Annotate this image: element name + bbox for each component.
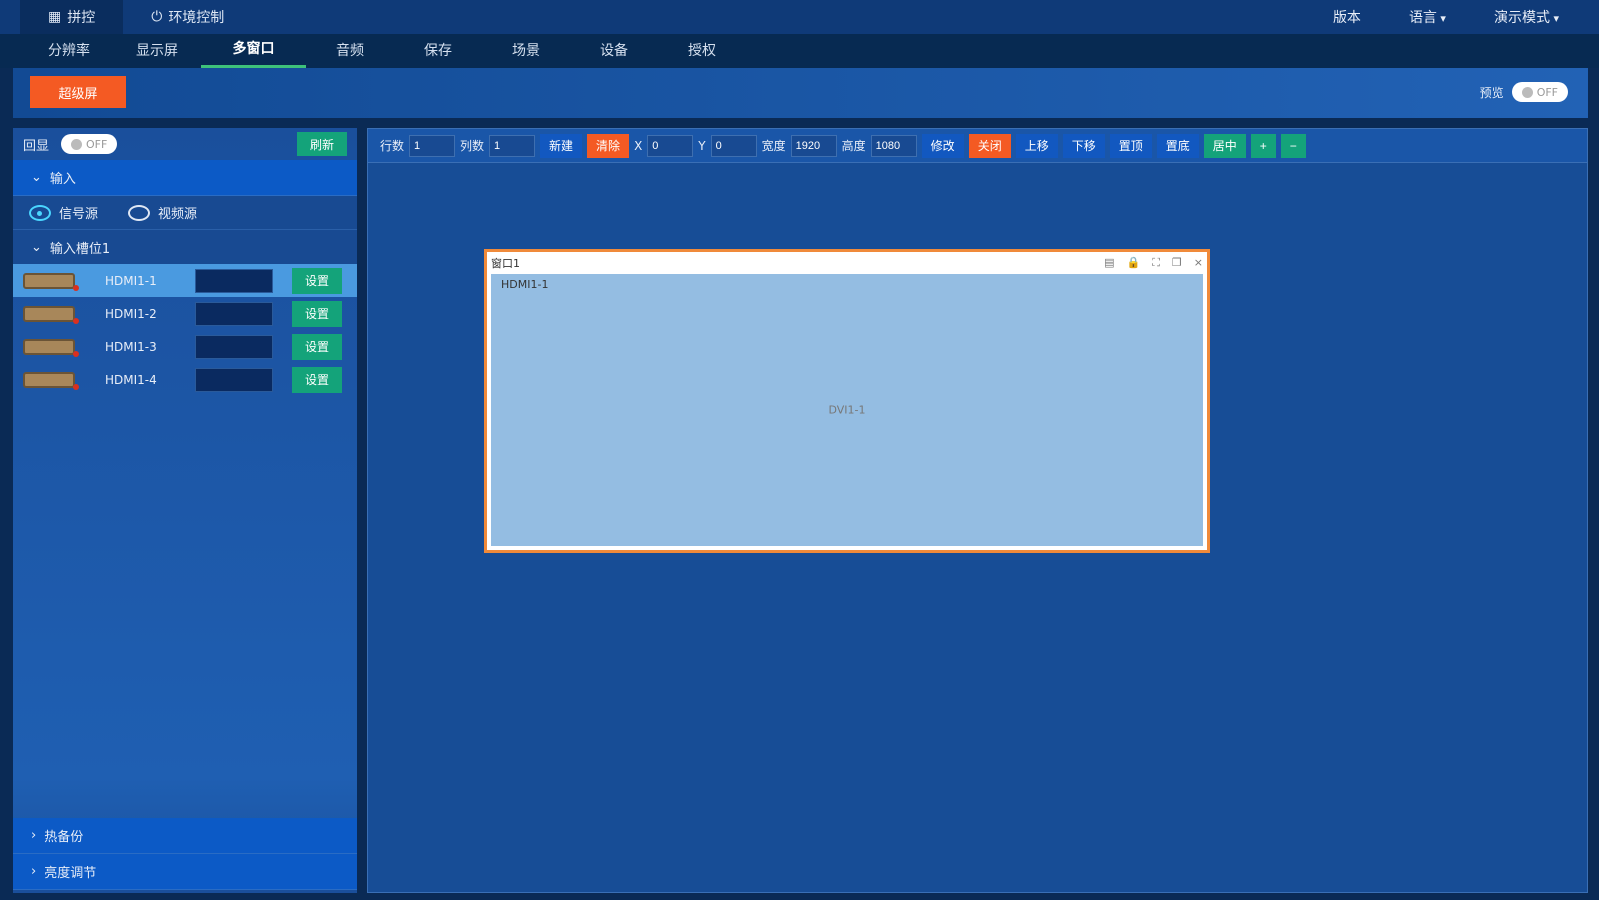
x-input[interactable]	[647, 134, 694, 157]
hdmi-port-icon	[23, 305, 79, 324]
restore-icon[interactable]: ❐	[1172, 256, 1182, 270]
nav-resolution[interactable]: 分辨率	[25, 34, 113, 68]
action-bar: 超级屏 预览 OFF	[13, 68, 1588, 118]
preview-toggle[interactable]: OFF	[1511, 82, 1568, 102]
hdmi-port-icon	[23, 371, 79, 390]
chevron-down-icon: ⌄	[31, 170, 42, 185]
rows-input[interactable]	[409, 134, 456, 157]
settings-button[interactable]: 设置	[292, 333, 342, 360]
input-alias-field[interactable]	[195, 367, 273, 392]
tab-splice-control[interactable]: ▦ 拼控	[20, 0, 124, 34]
grid-icon: ▦	[48, 9, 62, 25]
input-panel: 回显 OFF 刷新 ⌄ 输入 信号源 视频源 ⌄ 输入槽位1 HDMI1-1 设置 H…	[13, 128, 357, 893]
nav-scene[interactable]: 场景	[482, 34, 570, 68]
nav-audio[interactable]: 音频	[306, 34, 394, 68]
chevron-right-icon: ›	[31, 828, 37, 843]
hot-backup-section[interactable]: › 热备份	[13, 818, 357, 854]
super-screen-button[interactable]: 超级屏	[30, 76, 126, 108]
top-bar: ▦拼控 ⏻环境控制 版本 语言 演示模式	[0, 0, 1599, 34]
nav-save[interactable]: 保存	[394, 34, 482, 68]
language-dropdown[interactable]: 语言	[1409, 7, 1446, 27]
tab-environment-control[interactable]: ⏻ 环境控制	[123, 0, 252, 34]
radio-video-source[interactable]: 视频源	[128, 203, 197, 222]
input-row[interactable]: HDMI1-1 设置	[13, 264, 357, 297]
zoom-out-button[interactable]: −	[1280, 133, 1306, 158]
settings-button[interactable]: 设置	[292, 300, 342, 327]
input-section-header[interactable]: ⌄ 输入	[13, 160, 357, 196]
power-icon: ⏻	[151, 9, 163, 25]
input-alias-field[interactable]	[195, 334, 273, 359]
echo-toggle[interactable]: OFF	[61, 134, 118, 154]
height-input[interactable]	[870, 134, 917, 157]
zoom-in-button[interactable]: +	[1250, 133, 1276, 158]
echo-label: 回显	[23, 138, 50, 154]
main-nav: 分辨率 显示屏 多窗口 音频 保存 场景 设备 授权	[0, 34, 1599, 68]
window-title: 窗口1	[491, 257, 520, 270]
bring-top-button[interactable]: 置顶	[1109, 133, 1152, 158]
clear-button[interactable]: 清除	[587, 133, 630, 158]
nav-display[interactable]: 显示屏	[113, 34, 201, 68]
new-button[interactable]: 新建	[540, 133, 583, 158]
brightness-section[interactable]: › 亮度调节	[13, 854, 357, 890]
modify-button[interactable]: 修改	[921, 133, 964, 158]
input-row[interactable]: HDMI1-4 设置	[13, 363, 357, 396]
input-alias-field[interactable]	[195, 268, 273, 293]
cols-input[interactable]	[489, 134, 536, 157]
nav-multiwindow[interactable]: 多窗口	[201, 34, 306, 68]
lock-icon[interactable]: 🔒	[1127, 256, 1141, 270]
radio-signal-source[interactable]: 信号源	[29, 203, 98, 222]
refresh-button[interactable]: 刷新	[297, 132, 347, 156]
preview-label: 预览	[1479, 85, 1504, 100]
center-button[interactable]: 居中	[1203, 133, 1246, 158]
close-window-button[interactable]: 关闭	[968, 133, 1011, 158]
version-link[interactable]: 版本	[1333, 7, 1361, 27]
window-toolbar: 行数 列数 新建 清除 X Y 宽度 高度 修改 关闭 上移 下移 置顶 置底 …	[368, 129, 1587, 163]
input-alias-field[interactable]	[195, 301, 273, 326]
demo-mode-dropdown[interactable]: 演示模式	[1494, 7, 1559, 27]
y-input[interactable]	[710, 134, 757, 157]
output-label: DVI1-1	[828, 403, 866, 417]
properties-icon[interactable]: ▤	[1104, 256, 1114, 270]
window-source: HDMI1-1	[501, 278, 549, 291]
window-canvas: 行数 列数 新建 清除 X Y 宽度 高度 修改 关闭 上移 下移 置顶 置底 …	[367, 128, 1588, 893]
input-row[interactable]: HDMI1-2 设置	[13, 297, 357, 330]
width-input[interactable]	[790, 134, 837, 157]
send-bottom-button[interactable]: 置底	[1156, 133, 1199, 158]
input-row[interactable]: HDMI1-3 设置	[13, 330, 357, 363]
slot-header[interactable]: ⌄ 输入槽位1	[13, 230, 357, 264]
chevron-right-icon: ›	[31, 864, 37, 879]
settings-button[interactable]: 设置	[292, 267, 342, 294]
settings-button[interactable]: 设置	[292, 366, 342, 393]
hdmi-port-icon	[23, 272, 79, 291]
move-down-button[interactable]: 下移	[1062, 133, 1105, 158]
nav-license[interactable]: 授权	[658, 34, 746, 68]
move-up-button[interactable]: 上移	[1015, 133, 1058, 158]
window-1[interactable]: 窗口1 ▤ 🔒 ⛶ ❐ × HDMI1-1 DVI1-1	[484, 249, 1210, 553]
hdmi-port-icon	[23, 338, 79, 357]
nav-device[interactable]: 设备	[570, 34, 658, 68]
chevron-down-icon: ⌄	[31, 239, 42, 255]
close-icon[interactable]: ×	[1194, 256, 1203, 270]
fullscreen-icon[interactable]: ⛶	[1152, 256, 1160, 270]
